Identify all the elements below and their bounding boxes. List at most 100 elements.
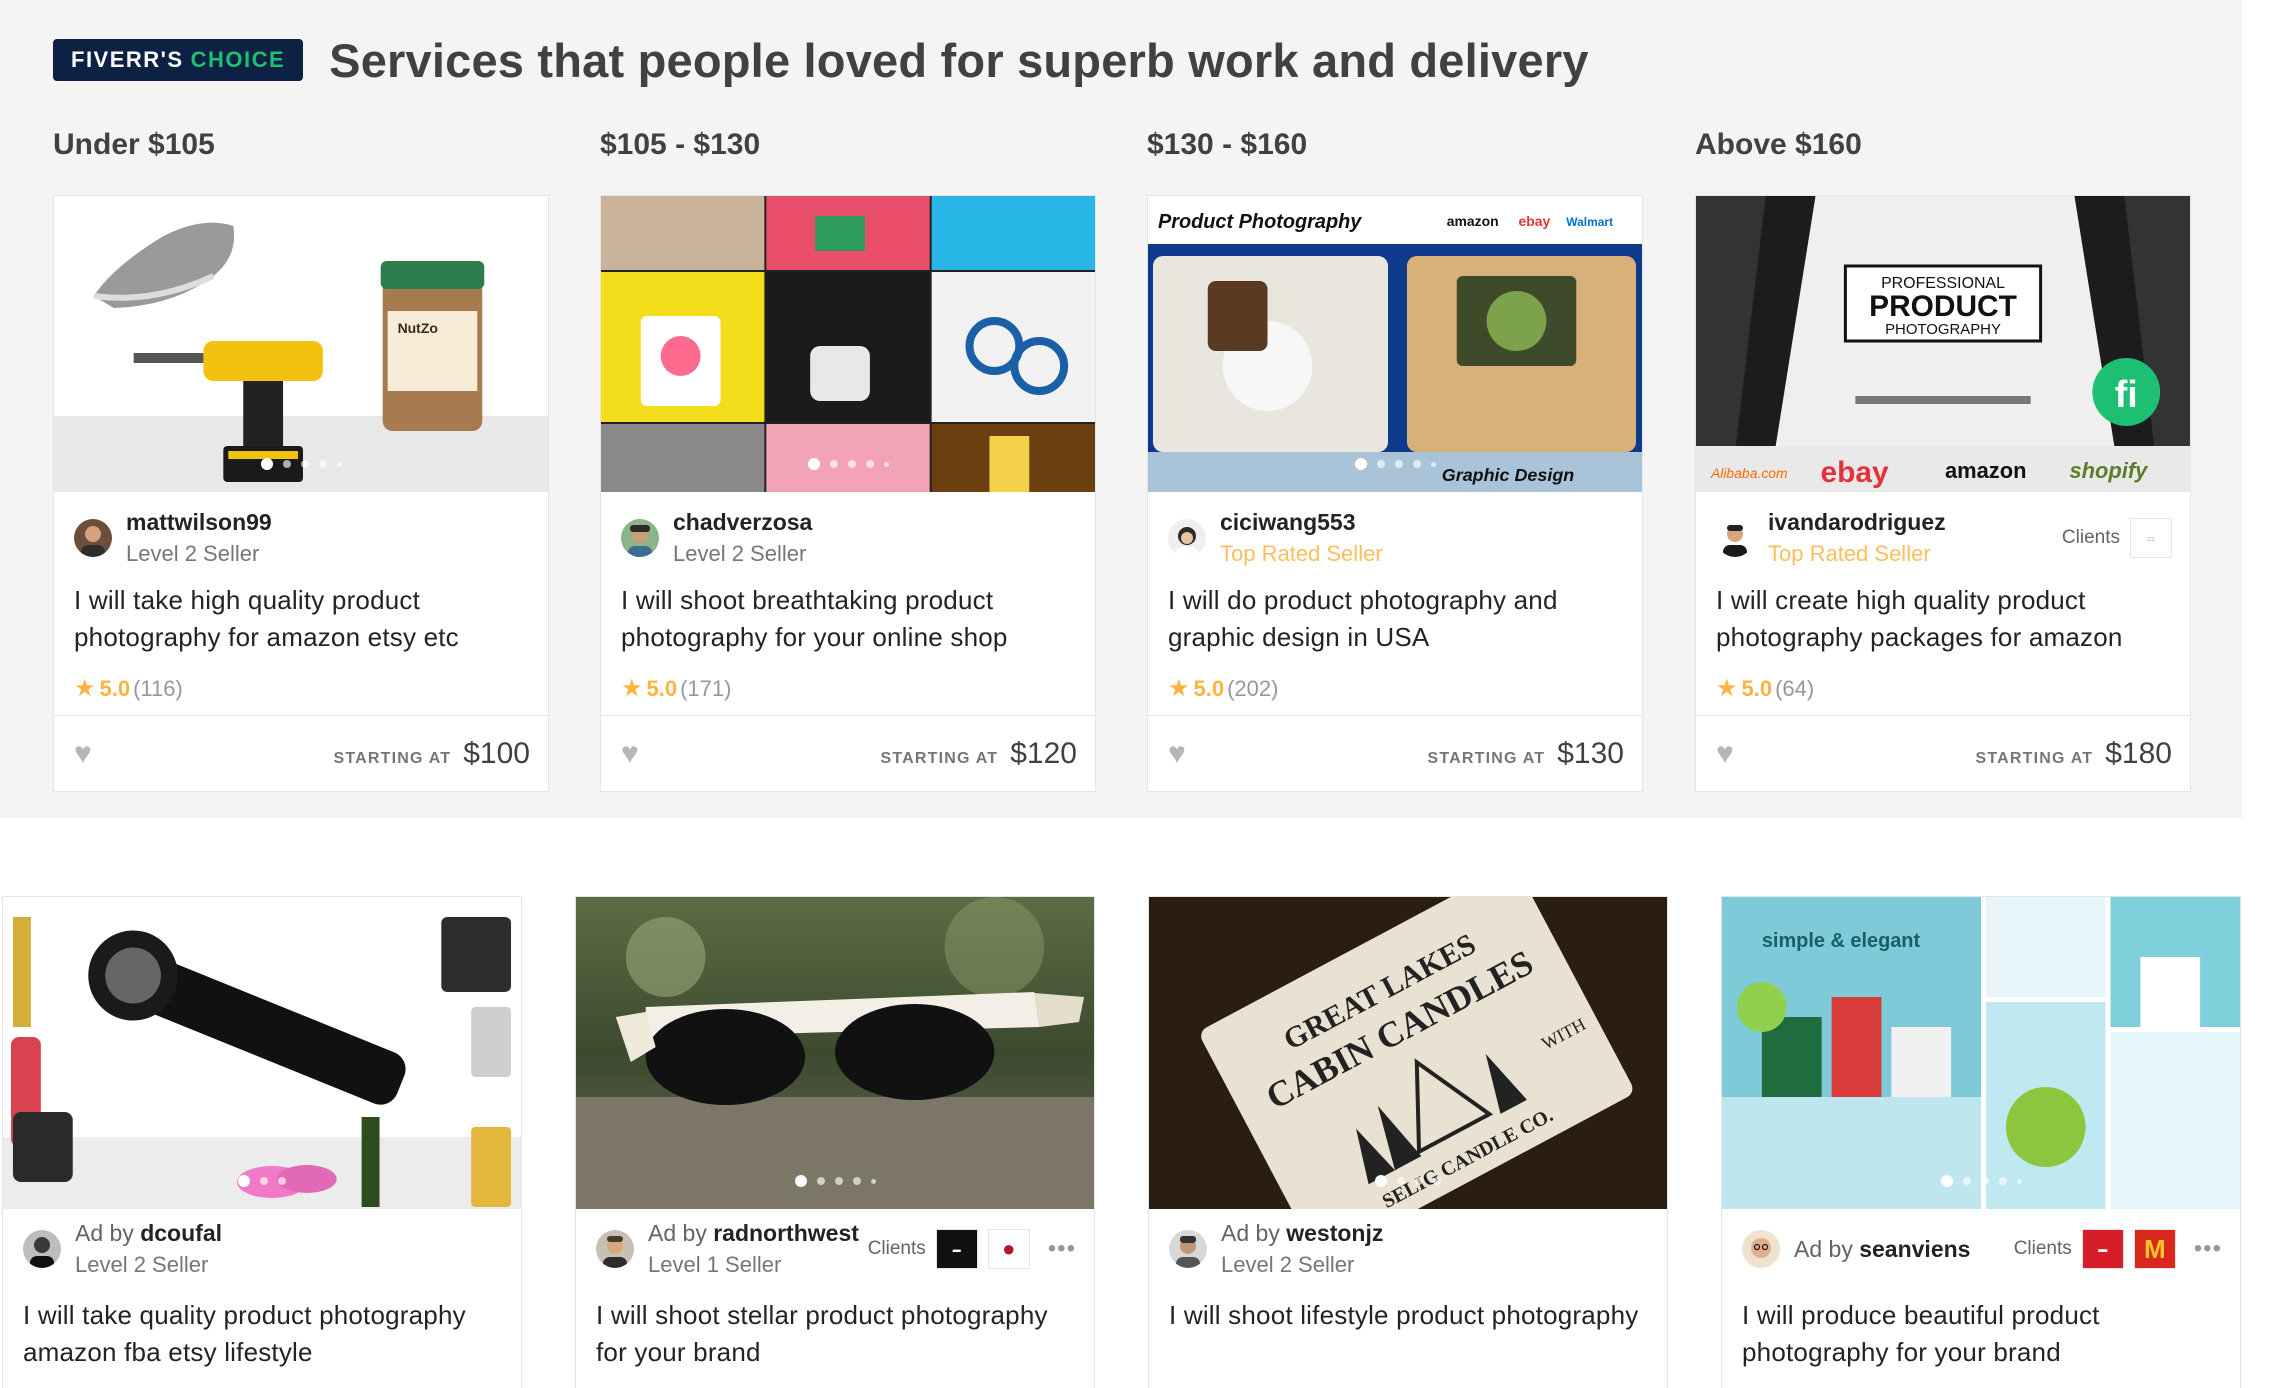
gig-image[interactable]: [576, 897, 1094, 1209]
client-logo-icon[interactable]: ●: [987, 1229, 1030, 1269]
avatar[interactable]: [621, 519, 659, 557]
carousel-dot[interactable]: [336, 461, 342, 467]
carousel-dot[interactable]: [1397, 1177, 1405, 1185]
carousel-dots[interactable]: [1149, 1175, 1667, 1187]
gig-image[interactable]: NutZo: [54, 196, 548, 492]
gig-title[interactable]: I will take quality product photography …: [23, 1297, 503, 1371]
avatar[interactable]: [1716, 519, 1754, 557]
carousel-dot[interactable]: [1430, 461, 1436, 467]
gig-image[interactable]: [601, 196, 1095, 492]
client-logo-icon[interactable]: M: [2133, 1229, 2176, 1269]
price-box[interactable]: STARTING AT $180: [1975, 737, 2172, 771]
avatar[interactable]: [596, 1230, 634, 1268]
gig-title[interactable]: I will create high quality product photo…: [1716, 582, 2172, 656]
heart-icon[interactable]: ♥: [621, 738, 649, 768]
price-box[interactable]: STARTING AT $130: [1427, 737, 1624, 771]
carousel-dot[interactable]: [278, 1177, 286, 1185]
gig-image[interactable]: GREAT LAKES CABIN CANDLES WITH SELIG CAN…: [1149, 897, 1667, 1209]
carousel-dot[interactable]: [2016, 1178, 2022, 1184]
seller-name[interactable]: Ad by dcoufal: [75, 1218, 222, 1249]
carousel-dot[interactable]: [883, 461, 889, 467]
seller-username[interactable]: westonjz: [1286, 1220, 1383, 1246]
seller-name[interactable]: ivandarodriguez: [1768, 507, 1946, 538]
seller-name[interactable]: ciciwang553: [1220, 507, 1383, 538]
gig-title[interactable]: I will produce beautiful product photogr…: [1742, 1297, 2222, 1371]
avatar[interactable]: [1169, 1230, 1207, 1268]
carousel-dot[interactable]: [1998, 1177, 2007, 1185]
avatar[interactable]: [74, 519, 112, 557]
gig-image[interactable]: PROFESSIONAL PRODUCT PHOTOGRAPHY fi Alib…: [1696, 196, 2190, 492]
more-icon[interactable]: •••: [1048, 1235, 1076, 1263]
avatar[interactable]: [23, 1230, 61, 1268]
clients[interactable]: Clients ▬ M •••: [2014, 1229, 2222, 1269]
seller-name[interactable]: Ad by westonjz: [1221, 1218, 1383, 1249]
avatar[interactable]: [1168, 519, 1206, 557]
seller-username[interactable]: radnorthwest: [713, 1220, 859, 1246]
carousel-dot[interactable]: [1940, 1175, 1953, 1187]
carousel-dot[interactable]: [1962, 1177, 1971, 1185]
carousel-dot[interactable]: [1394, 460, 1403, 468]
client-logo-icon[interactable]: ▭: [2130, 518, 2172, 558]
carousel-dot[interactable]: [1376, 460, 1385, 468]
gig-title[interactable]: I will do product photography and graphi…: [1168, 582, 1624, 656]
ad-gig-card[interactable]: Ad by radnorthwest Level 1 Seller Client…: [575, 896, 1095, 1388]
gig-title[interactable]: I will shoot stellar product photography…: [596, 1297, 1076, 1371]
gig-title[interactable]: I will shoot breathtaking product photog…: [621, 582, 1077, 656]
more-icon[interactable]: •••: [2194, 1235, 2222, 1263]
ad-gig-card[interactable]: Ad by dcoufal Level 2 Seller I will take…: [2, 896, 522, 1388]
carousel-dots[interactable]: [1148, 458, 1642, 470]
ad-gig-card[interactable]: simple & elegant Ad by seanviens Clients…: [1721, 896, 2241, 1388]
carousel-dot[interactable]: [852, 1177, 861, 1185]
gig-image[interactable]: Product Photography amazon ebay Walmart …: [1148, 196, 1642, 492]
seller-username[interactable]: dcoufal: [140, 1220, 222, 1246]
carousel-dot[interactable]: [794, 1175, 807, 1187]
gig-title[interactable]: I will take high quality product photogr…: [74, 582, 530, 656]
seller-name[interactable]: Ad by radnorthwest: [648, 1218, 859, 1249]
avatar[interactable]: [1742, 1230, 1780, 1268]
carousel-dot[interactable]: [807, 458, 820, 470]
carousel-dots[interactable]: [576, 1175, 1094, 1187]
carousel-dot[interactable]: [829, 460, 838, 468]
clients[interactable]: Clients ▭: [2062, 518, 2172, 558]
seller-name[interactable]: chadverzosa: [673, 507, 812, 538]
carousel-dot[interactable]: [847, 460, 856, 468]
client-logo-icon[interactable]: ▬: [2081, 1229, 2124, 1269]
gig-image[interactable]: simple & elegant: [1722, 897, 2240, 1209]
gig-card[interactable]: chadverzosa Level 2 Seller I will shoot …: [600, 195, 1096, 792]
gig-card[interactable]: NutZo mattwilson99 Level 2 Seller I will…: [53, 195, 549, 792]
carousel-dot[interactable]: [1412, 460, 1421, 468]
price-box[interactable]: STARTING AT $120: [880, 737, 1077, 771]
heart-icon[interactable]: ♥: [1716, 738, 1744, 768]
seller-name[interactable]: mattwilson99: [126, 507, 272, 538]
carousel-dot[interactable]: [834, 1177, 843, 1185]
carousel-dots[interactable]: [1722, 1175, 2240, 1187]
clients[interactable]: Clients ▬ ● •••: [868, 1229, 1076, 1269]
carousel-dot[interactable]: [1354, 458, 1367, 470]
carousel-dot[interactable]: [282, 460, 291, 468]
carousel-dots[interactable]: [3, 1175, 521, 1187]
gig-card[interactable]: Product Photography amazon ebay Walmart …: [1147, 195, 1643, 792]
carousel-dots[interactable]: [54, 458, 548, 470]
carousel-dot[interactable]: [260, 458, 273, 470]
gig-title[interactable]: I will shoot lifestyle product photograp…: [1169, 1297, 1649, 1334]
carousel-dot[interactable]: [1980, 1177, 1989, 1185]
seller-name[interactable]: Ad by seanviens: [1794, 1234, 1970, 1265]
gig-image[interactable]: [3, 897, 521, 1209]
gig-card[interactable]: PROFESSIONAL PRODUCT PHOTOGRAPHY fi Alib…: [1695, 195, 2191, 792]
heart-icon[interactable]: ♥: [74, 738, 102, 768]
client-logo-icon[interactable]: ▬: [935, 1229, 978, 1269]
carousel-dot[interactable]: [238, 1175, 250, 1187]
carousel-dot[interactable]: [816, 1177, 825, 1185]
price-box[interactable]: STARTING AT $100: [333, 737, 530, 771]
carousel-dot[interactable]: [870, 1178, 876, 1184]
carousel-dot[interactable]: [1415, 1177, 1423, 1185]
carousel-dots[interactable]: [601, 458, 1095, 470]
heart-icon[interactable]: ♥: [1168, 738, 1196, 768]
seller-username[interactable]: seanviens: [1859, 1236, 1970, 1262]
carousel-dot[interactable]: [318, 460, 327, 468]
carousel-dot[interactable]: [260, 1177, 268, 1185]
carousel-dot[interactable]: [1433, 1177, 1441, 1185]
carousel-dot[interactable]: [865, 460, 874, 468]
carousel-dot[interactable]: [300, 460, 309, 468]
ad-gig-card[interactable]: GREAT LAKES CABIN CANDLES WITH SELIG CAN…: [1148, 896, 1668, 1388]
